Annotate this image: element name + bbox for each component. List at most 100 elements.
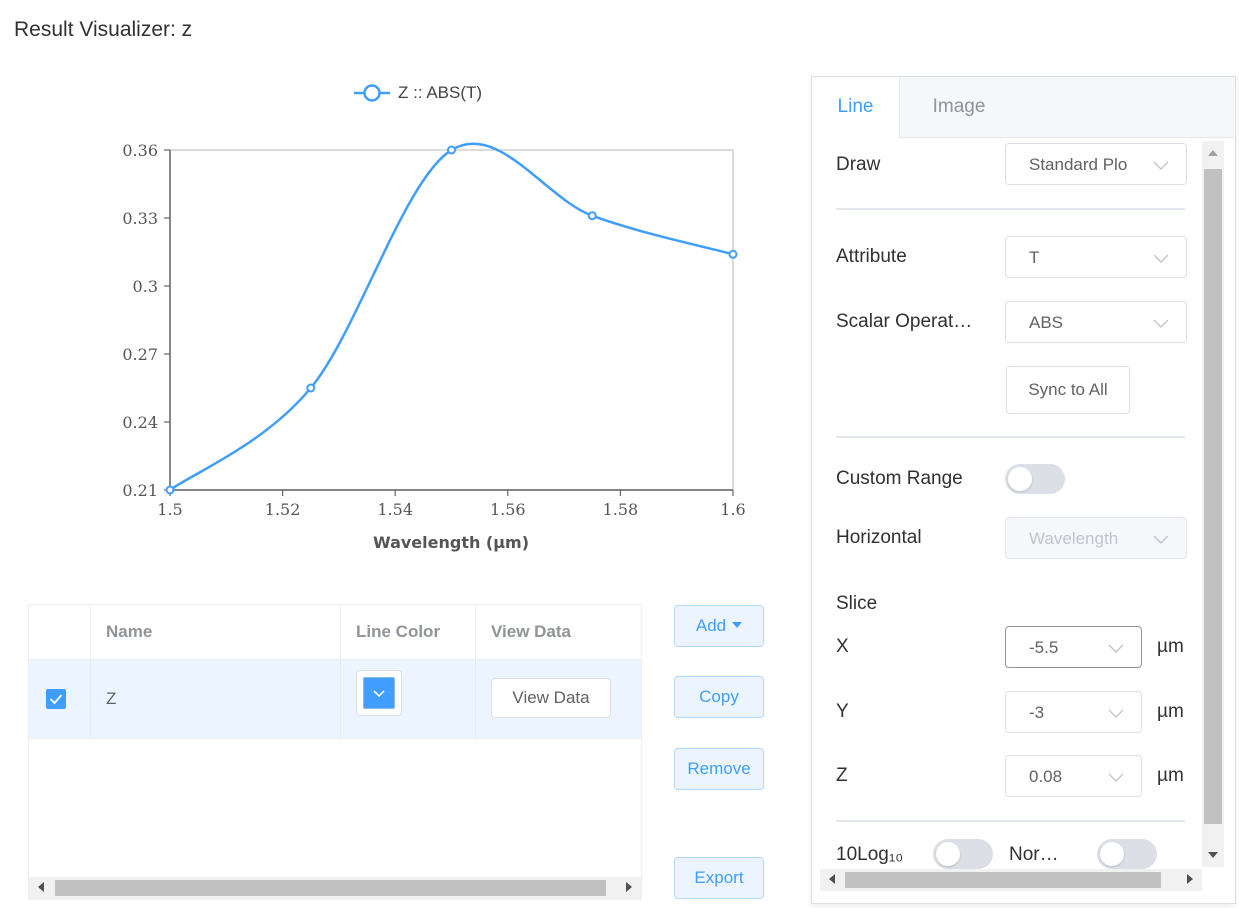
chevron-down-icon (1153, 319, 1169, 328)
attribute-select-value: T (1029, 248, 1040, 267)
add-button-label: Add (695, 616, 727, 635)
chevron-down-icon (1153, 535, 1169, 544)
chevron-down-icon (373, 690, 385, 698)
tab-image[interactable]: Image (900, 77, 1018, 137)
scroll-right-icon[interactable] (626, 882, 632, 892)
slice-y-select[interactable]: -3 (1005, 691, 1142, 733)
data-point[interactable] (728, 249, 738, 259)
scroll-up-icon[interactable] (1208, 150, 1218, 156)
chevron-down-icon (1108, 773, 1124, 782)
slice-z-label: Z (836, 765, 848, 786)
scalar-operation-value: ABS (1029, 313, 1064, 332)
data-point[interactable] (587, 211, 597, 221)
legend-label: Z :: ABS(T) (398, 83, 482, 102)
view-data-column-header: View Data (475, 605, 641, 659)
divider (836, 436, 1185, 438)
normalize-switch[interactable] (1097, 839, 1157, 869)
sync-to-all-button[interactable]: Sync to All (1006, 366, 1130, 414)
slice-x-unit: µm (1157, 636, 1184, 657)
switch-knob (1008, 467, 1032, 491)
chart-legend[interactable]: Z :: ABS(T) (354, 83, 482, 102)
settings-panel: Line Image Draw Standard Plo Attribute T… (811, 76, 1236, 904)
caret-down-icon (732, 621, 743, 628)
log10-switch[interactable] (933, 839, 993, 869)
y-tick-label: 0.33 (122, 209, 158, 228)
scrollbar-thumb[interactable] (1204, 169, 1222, 824)
draw-select[interactable]: Standard Plo (1005, 143, 1187, 185)
horizontal-select: Wavelength (1005, 517, 1187, 559)
row-name: Z (106, 689, 117, 708)
check-icon (49, 694, 63, 705)
data-point[interactable] (447, 145, 456, 155)
x-tick-label: 1.6 (720, 500, 745, 519)
data-point[interactable] (165, 485, 175, 495)
draw-label: Draw (836, 154, 881, 175)
window-title: Result Visualizer: z (14, 18, 193, 41)
scroll-left-icon[interactable] (38, 882, 44, 892)
y-tick-label: 0.24 (122, 413, 158, 432)
view-data-button[interactable]: View Data (491, 678, 611, 718)
name-column-header: Name (90, 605, 340, 659)
chevron-down-icon (1108, 644, 1124, 653)
slice-z-select[interactable]: 0.08 (1005, 755, 1142, 797)
slice-z-unit: µm (1157, 765, 1184, 786)
switch-knob (936, 842, 960, 866)
tab-line[interactable]: Line (812, 77, 900, 138)
y-tick-label: 0.27 (122, 345, 158, 364)
x-tick-label: 1.58 (603, 500, 639, 519)
custom-range-label: Custom Range (836, 468, 963, 489)
slice-z-value: 0.08 (1029, 767, 1063, 786)
attribute-select[interactable]: T (1005, 236, 1187, 278)
slice-x-label: X (836, 636, 849, 657)
custom-range-switch[interactable] (1005, 464, 1065, 494)
attribute-label: Attribute (836, 246, 907, 267)
table-header: Name Line Color View Data (29, 605, 641, 660)
x-tick-label: 1.5 (157, 500, 182, 519)
x-tick-label: 1.56 (490, 500, 526, 519)
export-button[interactable]: Export (674, 857, 764, 899)
copy-button[interactable]: Copy (674, 676, 764, 718)
log10-label: 10Log₁₀ (836, 844, 904, 865)
remove-button[interactable]: Remove (674, 748, 764, 790)
slice-x-value: -5.5 (1029, 638, 1059, 657)
select-column-header (29, 605, 90, 659)
slice-label: Slice (836, 593, 878, 614)
switch-knob (1100, 842, 1124, 866)
line-color-column-header: Line Color (340, 605, 475, 659)
x-tick-label: 1.54 (377, 500, 413, 519)
chevron-down-icon (1153, 161, 1169, 170)
slice-x-select[interactable]: -5.5 (1005, 626, 1142, 668)
panel-horizontal-scrollbar[interactable] (820, 869, 1202, 891)
legend-marker (363, 84, 381, 102)
scroll-left-icon[interactable] (829, 874, 835, 884)
series-line (169, 142, 734, 492)
scalar-operation-label: Scalar Operat… (836, 311, 973, 332)
x-tick-label: 1.52 (265, 500, 301, 519)
chevron-down-icon (1153, 254, 1169, 263)
slice-y-value: -3 (1029, 703, 1045, 722)
y-tick-label: 0.36 (122, 141, 158, 160)
panel-tabs: Line Image (812, 77, 1235, 138)
divider (836, 208, 1185, 210)
color-swatch (363, 677, 395, 709)
data-point[interactable] (306, 383, 316, 393)
draw-select-value: Standard Plo (1029, 155, 1128, 174)
scroll-down-icon[interactable] (1208, 852, 1218, 858)
x-axis-title: Wavelength (µm) (373, 533, 529, 552)
row-checkbox[interactable] (46, 689, 66, 709)
scroll-right-icon[interactable] (1187, 874, 1193, 884)
slice-y-label: Y (836, 701, 849, 722)
horizontal-label: Horizontal (836, 527, 922, 548)
add-button[interactable]: Add (674, 605, 764, 647)
line-chart: Z :: ABS(T) 0.21 0.24 0.27 0.3 0.33 0.36 1.5 1… (122, 83, 745, 552)
panel-vertical-scrollbar[interactable] (1202, 141, 1224, 867)
table-row[interactable]: Z View Data (29, 660, 641, 739)
horizontal-select-value: Wavelength (1029, 529, 1119, 548)
scrollbar-thumb[interactable] (845, 872, 1161, 888)
table-horizontal-scrollbar[interactable] (29, 877, 641, 899)
divider (836, 820, 1185, 822)
y-tick-label: 0.3 (133, 277, 158, 296)
scalar-operation-select[interactable]: ABS (1005, 301, 1187, 343)
line-color-picker[interactable] (356, 670, 402, 716)
scrollbar-thumb[interactable] (55, 880, 606, 896)
